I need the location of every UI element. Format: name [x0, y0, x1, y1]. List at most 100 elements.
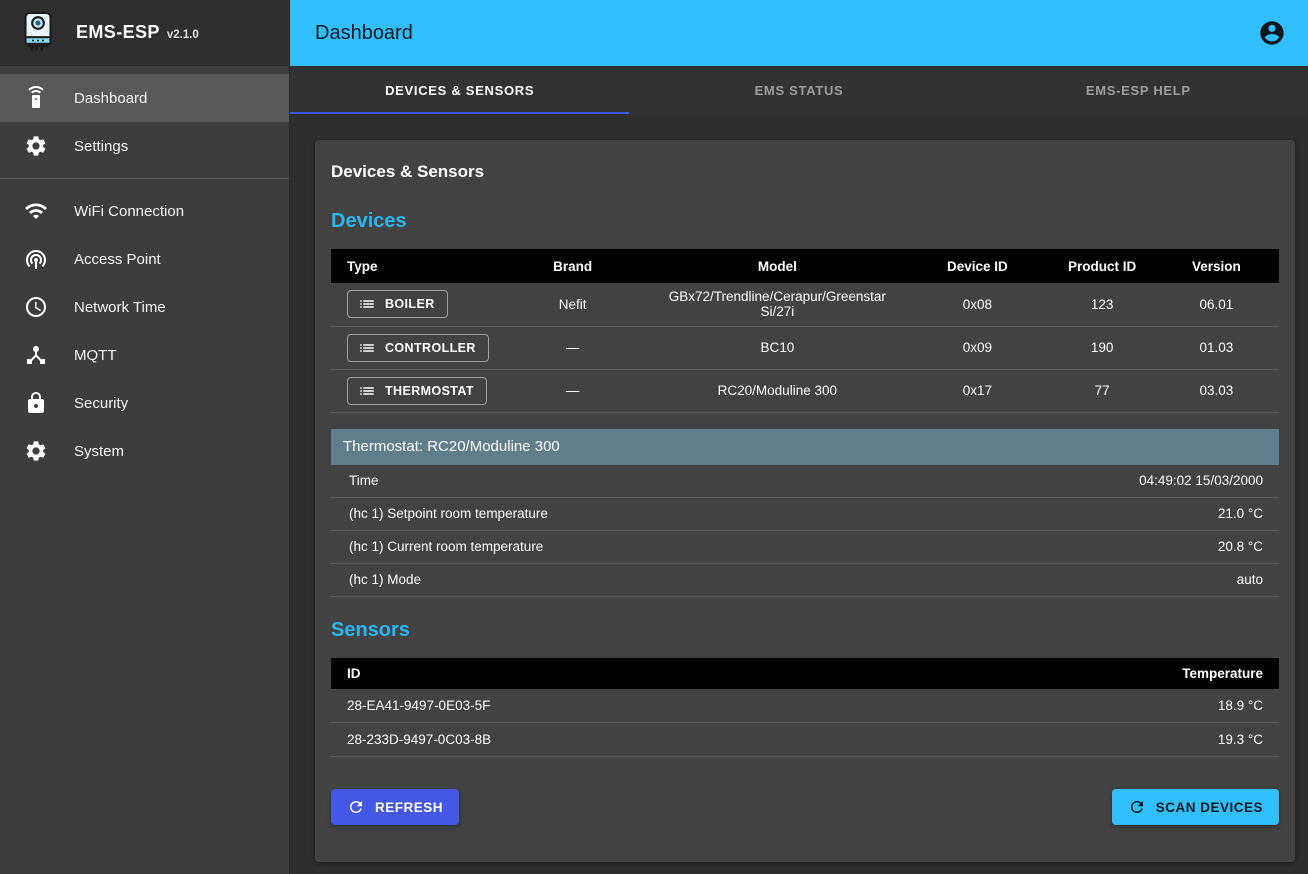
device-brand-cell: — — [495, 369, 651, 412]
sensor-row: 28-233D-9497-0C03-8B19.3 °C — [331, 723, 1279, 757]
device-device-id-cell: 0x09 — [904, 326, 1050, 369]
sidebar-item-access-point[interactable]: Access Point — [0, 235, 289, 283]
sidebar-item-label: Settings — [74, 138, 128, 155]
device-type-label: BOILER — [385, 297, 435, 311]
sidebar-item-security[interactable]: Security — [0, 379, 289, 427]
device-type-cell: THERMOSTAT — [331, 369, 495, 412]
boiler-logo-icon — [18, 10, 58, 56]
actions-row: REFRESH SCAN DEVICES — [331, 789, 1279, 825]
sensors-column-header: ID — [331, 658, 917, 689]
main-area: Dashboard DEVICES & SENSORSEMS STATUSEMS… — [290, 0, 1308, 874]
devices-table-body: BOILER NefitGBx72/Trendline/Cerapur/Green… — [331, 283, 1279, 412]
sidebar-item-label: System — [74, 443, 124, 460]
thermostat-row-label: (hc 1) Current room temperature — [349, 539, 543, 554]
list-icon — [358, 295, 376, 313]
device-type-button-boiler[interactable]: BOILER — [347, 290, 448, 318]
device-type-label: CONTROLLER — [385, 341, 476, 355]
device-model-cell: GBx72/Trendline/Cerapur/Greenstar Si/27i — [650, 283, 904, 326]
account-button[interactable] — [1250, 11, 1294, 55]
card-title: Devices & Sensors — [331, 162, 1279, 182]
active-tab-indicator — [290, 112, 629, 114]
hub-icon — [24, 343, 48, 367]
wifi-tethering-icon — [24, 247, 48, 271]
device-product-id-cell: 190 — [1050, 326, 1153, 369]
device-type-label: THERMOSTAT — [385, 384, 474, 398]
remote-icon — [24, 86, 48, 110]
device-device-id-cell: 0x17 — [904, 369, 1050, 412]
tab-ems-status[interactable]: EMS STATUS — [629, 66, 968, 114]
thermostat-section-header: Thermostat: RC20/Moduline 300 — [331, 429, 1279, 465]
thermostat-value-row: (hc 1) Current room temperature 20.8 °C — [331, 531, 1279, 564]
sidebar-item-mqtt[interactable]: MQTT — [0, 331, 289, 379]
sidebar-item-label: Access Point — [74, 251, 161, 268]
sidebar-divider — [0, 178, 289, 179]
refresh-icon — [347, 798, 365, 816]
device-type-button-thermostat[interactable]: THERMOSTAT — [347, 377, 487, 405]
devices-column-header: Product ID — [1050, 249, 1153, 283]
device-version-cell: 06.01 — [1154, 283, 1279, 326]
device-brand-cell: Nefit — [495, 283, 651, 326]
sidebar-item-settings[interactable]: Settings — [0, 122, 289, 170]
thermostat-row-label: (hc 1) Setpoint room temperature — [349, 506, 548, 521]
device-row: THERMOSTAT—RC20/Moduline 3000x177703.03 — [331, 369, 1279, 412]
sidebar-item-network-time[interactable]: Network Time — [0, 283, 289, 331]
devices-column-header: Brand — [495, 249, 651, 283]
account-circle-icon — [1258, 19, 1286, 47]
device-model-cell: RC20/Moduline 300 — [650, 369, 904, 412]
devices-table: TypeBrandModelDevice IDProduct IDVersion… — [331, 249, 1279, 413]
content: Devices & Sensors Devices TypeBrandModel… — [290, 114, 1308, 862]
devices-column-header: Type — [331, 249, 495, 283]
sidebar-item-label: Network Time — [74, 299, 166, 316]
list-icon — [358, 382, 376, 400]
sidebar-item-wifi-connection[interactable]: WiFi Connection — [0, 187, 289, 235]
list-icon — [358, 339, 376, 357]
refresh-icon — [1128, 798, 1146, 816]
sidebar-item-system[interactable]: System — [0, 427, 289, 475]
device-row: BOILER NefitGBx72/Trendline/Cerapur/Green… — [331, 283, 1279, 326]
devices-table-head: TypeBrandModelDevice IDProduct IDVersion — [331, 249, 1279, 283]
refresh-button[interactable]: REFRESH — [331, 789, 459, 825]
sidebar-item-label: Security — [74, 395, 128, 412]
device-model-cell: BC10 — [650, 326, 904, 369]
device-version-cell: 03.03 — [1154, 369, 1279, 412]
tab-ems-esp-help[interactable]: EMS-ESP HELP — [969, 66, 1308, 114]
devices-header-row: TypeBrandModelDevice IDProduct IDVersion — [331, 249, 1279, 283]
thermostat-detail-rows: Time 04:49:02 15/03/2000 (hc 1) Setpoint r… — [331, 465, 1279, 597]
app-version: v2.1.0 — [167, 29, 199, 41]
devices-column-header: Model — [650, 249, 904, 283]
device-brand-cell: — — [495, 326, 651, 369]
scan-devices-button[interactable]: SCAN DEVICES — [1112, 789, 1279, 825]
app-logo-bar: EMS-ESPv2.1.0 — [0, 0, 289, 66]
device-type-cell: BOILER — [331, 283, 495, 326]
thermostat-row-value: 04:49:02 15/03/2000 — [1139, 473, 1263, 488]
thermostat-row-label: (hc 1) Mode — [349, 572, 421, 587]
thermostat-row-value: auto — [1237, 572, 1263, 587]
device-device-id-cell: 0x08 — [904, 283, 1050, 326]
scan-devices-button-label: SCAN DEVICES — [1156, 800, 1263, 815]
lock-icon — [24, 391, 48, 415]
sensor-row: 28-EA41-9497-0E03-5F18.9 °C — [331, 689, 1279, 723]
thermostat-row-value: 21.0 °C — [1218, 506, 1263, 521]
sidebar-item-label: Dashboard — [74, 90, 147, 107]
page-title: Dashboard — [315, 22, 413, 45]
tab-bar: DEVICES & SENSORSEMS STATUSEMS-ESP HELP — [290, 66, 1308, 114]
sidebar-item-dashboard[interactable]: Dashboard — [0, 74, 289, 122]
sidebar: EMS-ESPv2.1.0 Dashboard Settings WiFi Conn… — [0, 0, 290, 874]
sensors-table-head: IDTemperature — [331, 658, 1279, 689]
sensors-table: IDTemperature 28-EA41-9497-0E03-5F18.9 °… — [331, 658, 1279, 758]
clock-icon — [24, 295, 48, 319]
sensor-id-cell: 28-EA41-9497-0E03-5F — [331, 689, 917, 723]
devices-heading: Devices — [331, 210, 1279, 233]
device-type-button-controller[interactable]: CONTROLLER — [347, 334, 489, 362]
thermostat-value-row: (hc 1) Setpoint room temperature 21.0 °C — [331, 498, 1279, 531]
sensor-temperature-cell: 18.9 °C — [917, 689, 1279, 723]
sensors-table-body: 28-EA41-9497-0E03-5F18.9 °C28-233D-9497-… — [331, 689, 1279, 757]
thermostat-row-label: Time — [349, 473, 379, 488]
gear-icon — [24, 439, 48, 463]
tab-devices-sensors[interactable]: DEVICES & SENSORS — [290, 66, 629, 114]
devices-sensors-card: Devices & Sensors Devices TypeBrandModel… — [315, 140, 1295, 862]
sensor-id-cell: 28-233D-9497-0C03-8B — [331, 723, 917, 757]
device-version-cell: 01.03 — [1154, 326, 1279, 369]
thermostat-value-row: Time 04:49:02 15/03/2000 — [331, 465, 1279, 498]
thermostat-row-value: 20.8 °C — [1218, 539, 1263, 554]
